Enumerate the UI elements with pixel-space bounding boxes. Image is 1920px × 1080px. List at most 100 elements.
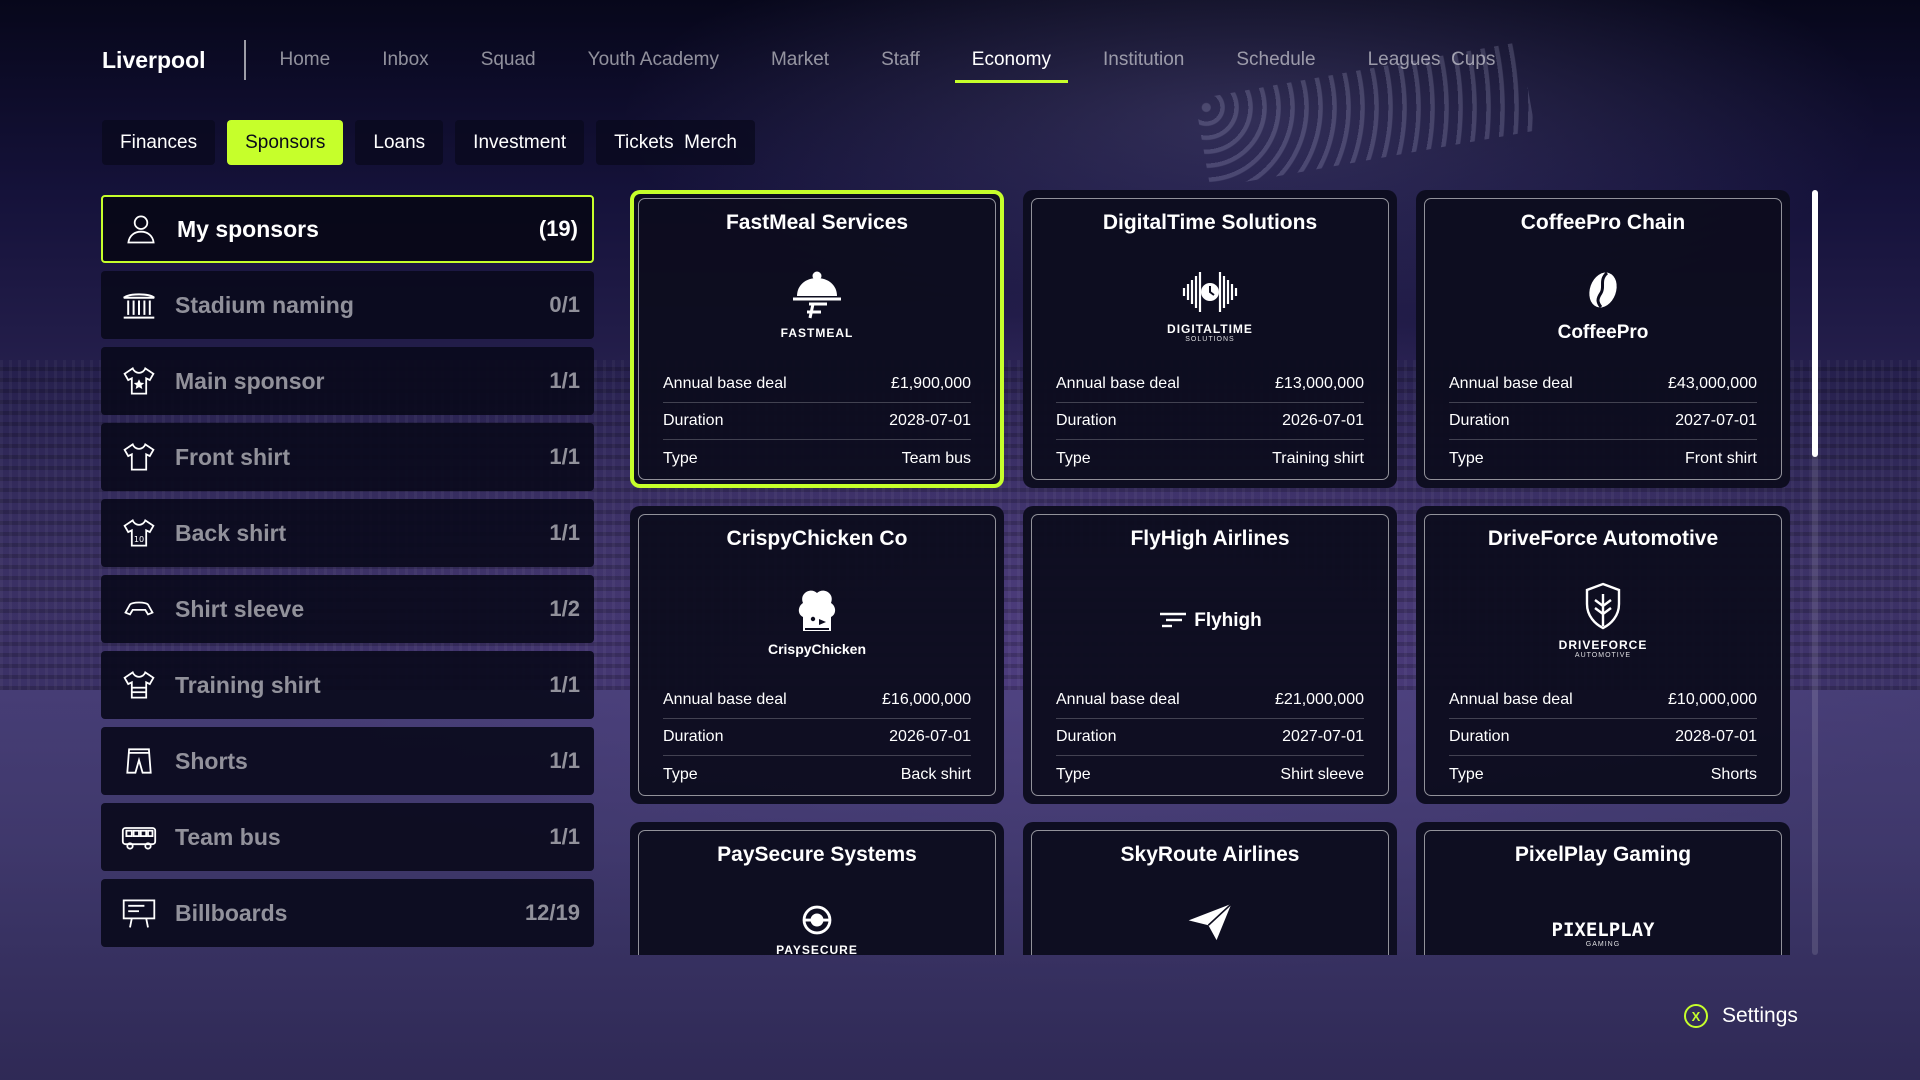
scrollbar-thumb[interactable] <box>1812 190 1818 457</box>
cards-scrollbar[interactable] <box>1812 190 1818 955</box>
duration-value: 2028-07-01 <box>889 412 971 429</box>
billboard-icon <box>117 893 161 933</box>
paper-plane-icon <box>1188 903 1232 941</box>
category-shirt-sleeve[interactable]: Shirt sleeve 1/2 <box>101 575 594 643</box>
annual-deal-row: Annual base deal £43,000,000 <box>1449 366 1757 403</box>
type-value: Back shirt <box>900 765 971 783</box>
category-back-shirt[interactable]: 10 Back shirt 1/1 <box>101 499 594 567</box>
sponsor-card-pixelplay[interactable]: PixelPlay Gaming PIXELPLAY GAMING <box>1416 822 1790 955</box>
field-label: Annual base deal <box>1056 375 1180 392</box>
field-label: Type <box>663 449 698 467</box>
nav-home[interactable]: Home <box>278 49 333 71</box>
category-label: Stadium naming <box>175 291 354 318</box>
sponsor-logo: DIGITALTIME SOLUTIONS <box>1056 241 1364 366</box>
category-stadium-naming[interactable]: Stadium naming 0/1 <box>101 271 594 339</box>
shirt-front-icon <box>117 437 161 477</box>
category-label: My sponsors <box>177 215 319 242</box>
logo-wordmark: CoffeePro <box>1557 321 1649 343</box>
category-label: Training shirt <box>175 671 321 698</box>
category-shorts[interactable]: Shorts 1/1 <box>101 727 594 795</box>
sponsor-card-paysecure[interactable]: PaySecure Systems PAYSECURE <box>630 822 1004 955</box>
nav-squad[interactable]: Squad <box>479 49 538 71</box>
nav-institution[interactable]: Institution <box>1101 49 1186 71</box>
chicken-chef-icon <box>798 590 836 631</box>
duration-value: 2026-07-01 <box>889 728 971 745</box>
category-count: 1/1 <box>549 444 580 469</box>
type-row: Type Team bus <box>663 440 971 477</box>
duration-row: Duration 2028-07-01 <box>1449 719 1757 756</box>
annual-deal-value: £43,000,000 <box>1668 375 1757 392</box>
sponsor-card-flyhigh[interactable]: FlyHigh Airlines Flyhigh Annual base dea… <box>1023 506 1397 804</box>
subtab-finances[interactable]: Finances <box>102 120 216 165</box>
shield-icon <box>1585 582 1621 630</box>
field-label: Duration <box>663 412 724 429</box>
field-label: Annual base deal <box>1449 375 1573 392</box>
sponsor-name: CoffeePro Chain <box>1520 211 1686 234</box>
category-front-shirt[interactable]: Front shirt 1/1 <box>101 423 594 491</box>
nav-economy[interactable]: Economy <box>954 49 1069 83</box>
sponsor-cards-viewport: FastMeal Services FASTMEAL Annual base d… <box>630 190 1793 955</box>
sponsor-card-coffeepro[interactable]: CoffeePro Chain CoffeePro Annual base de… <box>1416 190 1790 488</box>
sponsor-name: FlyHigh Airlines <box>1130 527 1290 550</box>
sponsor-logo: CrispyChicken <box>663 557 971 682</box>
settings-hint[interactable]: X Settings <box>1684 1004 1798 1028</box>
category-my-sponsors[interactable]: My sponsors (19) <box>101 195 594 263</box>
sponsor-name: PaySecure Systems <box>717 843 917 866</box>
annual-deal-row: Annual base deal £1,900,000 <box>663 366 971 403</box>
nav-schedule[interactable]: Schedule <box>1234 49 1317 71</box>
logo-wordmark: Flyhigh <box>1194 609 1262 631</box>
category-main-sponsor[interactable]: Main sponsor 1/1 <box>101 347 594 415</box>
logo-wordmark: DRIVEFORCE <box>1558 638 1648 652</box>
subtab-tickets-merch[interactable]: Tickets Merch <box>596 120 755 165</box>
logo-wordmark: CrispyChicken <box>767 640 867 657</box>
category-count: 12/19 <box>524 900 580 925</box>
category-training-shirt[interactable]: Training shirt 1/1 <box>101 651 594 719</box>
bus-icon <box>117 817 161 857</box>
sponsor-name: PixelPlay Gaming <box>1514 843 1692 866</box>
type-row: Type Shorts <box>1449 756 1757 793</box>
sponsor-logo: CoffeePro <box>1449 241 1757 366</box>
subtab-investment[interactable]: Investment <box>455 120 585 165</box>
type-value: Training shirt <box>1272 449 1364 467</box>
annual-deal-value: £1,900,000 <box>890 375 971 392</box>
field-label: Duration <box>663 728 724 745</box>
subtab-loans[interactable]: Loans <box>355 120 444 165</box>
star-shirt-icon <box>117 361 161 401</box>
category-count: 0/1 <box>549 292 580 317</box>
sponsor-name: DigitalTime Solutions <box>1102 211 1318 234</box>
category-label: Front shirt <box>175 443 290 470</box>
subtab-sponsors[interactable]: Sponsors <box>227 120 344 165</box>
nav-youth-academy[interactable]: Youth Academy <box>586 49 721 71</box>
sponsor-card-fastmeal[interactable]: FastMeal Services FASTMEAL Annual base d… <box>630 190 1004 488</box>
sponsor-card-skyroute[interactable]: SkyRoute Airlines <box>1023 822 1397 955</box>
sponsor-logo <box>1056 873 1364 955</box>
category-team-bus[interactable]: Team bus 1/1 <box>101 803 594 871</box>
svg-text:10: 10 <box>134 534 144 544</box>
nav-leagues-cups[interactable]: Leagues Cups <box>1366 49 1498 71</box>
sponsor-category-list: My sponsors (19) Stadium naming 0/1 Main… <box>101 195 594 955</box>
nav-inbox[interactable]: Inbox <box>380 49 430 71</box>
field-label: Annual base deal <box>663 375 787 392</box>
nav-staff[interactable]: Staff <box>879 49 922 71</box>
category-billboards[interactable]: Billboards 12/19 <box>101 879 594 947</box>
x-button-icon: X <box>1684 1004 1708 1028</box>
duration-row: Duration 2026-07-01 <box>1056 403 1364 440</box>
sponsor-name: DriveForce Automotive <box>1487 527 1719 550</box>
sponsor-logo: FASTMEAL <box>663 241 971 366</box>
sponsor-card-driveforce[interactable]: DriveForce Automotive DRIVEFORCE AUTOMOT… <box>1416 506 1790 804</box>
annual-deal-value: £16,000,000 <box>882 691 971 708</box>
top-navigation: Liverpool Home Inbox Squad Youth Academy… <box>102 40 1545 83</box>
type-value: Shorts <box>1710 765 1757 783</box>
category-count: 1/1 <box>549 824 580 849</box>
stadium-icon <box>117 285 161 325</box>
sponsor-card-digitaltime[interactable]: DigitalTime Solutions DIGITALTIME SOLUTI… <box>1023 190 1397 488</box>
field-label: Type <box>663 765 698 783</box>
nav-market[interactable]: Market <box>769 49 831 71</box>
type-row: Type Front shirt <box>1449 440 1757 477</box>
field-label: Type <box>1449 765 1484 783</box>
duration-value: 2026-07-01 <box>1282 412 1364 429</box>
category-label: Shorts <box>175 747 248 774</box>
field-label: Annual base deal <box>663 691 787 708</box>
club-name: Liverpool <box>102 46 206 73</box>
sponsor-card-crispychicken[interactable]: CrispyChicken Co CrispyChicken Annual ba… <box>630 506 1004 804</box>
